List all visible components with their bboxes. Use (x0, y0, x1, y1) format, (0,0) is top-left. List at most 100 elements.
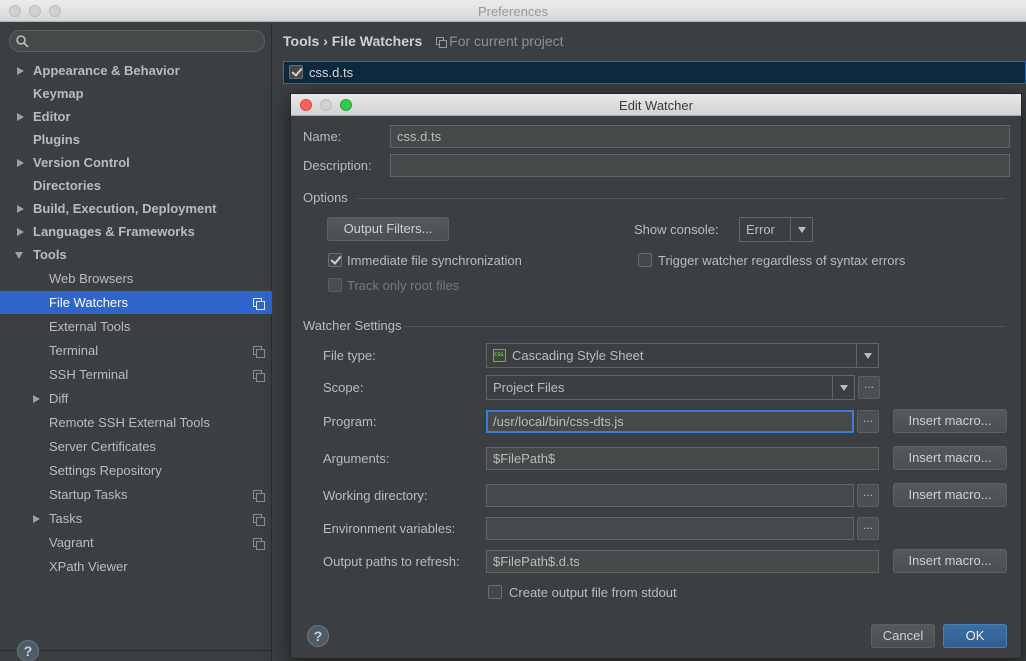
sidebar-item-external-tools[interactable]: External Tools (0, 315, 272, 338)
sidebar-item-settings-repository[interactable]: Settings Repository (0, 459, 272, 482)
expand-arrow-icon[interactable] (17, 228, 24, 236)
sidebar-item-editor[interactable]: Editor (0, 105, 272, 128)
sidebar-item-tasks[interactable]: Tasks (0, 507, 272, 530)
program-browse-button[interactable]: ... (857, 410, 879, 433)
expand-arrow-icon[interactable] (33, 515, 40, 523)
track-root-checkbox[interactable] (328, 278, 342, 292)
sidebar-item-server-certificates[interactable]: Server Certificates (0, 435, 272, 458)
sidebar-item-plugins[interactable]: Plugins (0, 128, 272, 151)
output-paths-insert-macro-button[interactable]: Insert macro... (893, 549, 1007, 573)
watcher-name: css.d.ts (309, 65, 354, 80)
sidebar-item-label: Terminal (49, 343, 99, 358)
sidebar-item-languages-frameworks[interactable]: Languages & Frameworks (0, 220, 272, 243)
chevron-down-icon[interactable] (790, 218, 812, 241)
description-field[interactable] (390, 154, 1010, 177)
expand-arrow-icon[interactable] (33, 395, 40, 403)
chevron-down-icon[interactable] (856, 344, 878, 367)
show-console-value: Error (746, 222, 775, 237)
sidebar-item-file-watchers[interactable]: File Watchers (0, 291, 272, 314)
dialog-help-button[interactable]: ? (307, 625, 329, 647)
sidebar-item-build-execution-deployment[interactable]: Build, Execution, Deployment (0, 197, 272, 220)
sidebar-item-diff[interactable]: Diff (0, 387, 272, 410)
sidebar-item-label: Version Control (33, 155, 130, 170)
project-level-icon (253, 298, 265, 310)
sidebar-item-label: SSH Terminal (49, 367, 129, 382)
project-level-icon (253, 538, 265, 550)
sidebar-item-keymap[interactable]: Keymap (0, 82, 272, 105)
watcher-list-row[interactable]: css.d.ts (283, 61, 1026, 84)
options-header: Options (303, 190, 348, 205)
show-console-select[interactable]: Error (739, 217, 813, 242)
program-insert-macro-button[interactable]: Insert macro... (893, 409, 1007, 433)
watcher-enabled-checkbox[interactable] (289, 65, 303, 79)
project-level-icon (253, 490, 265, 502)
sidebar-item-label: Server Certificates (49, 439, 156, 454)
window-title: Preferences (477, 4, 549, 19)
project-level-icon (436, 37, 448, 48)
sidebar-item-label: Build, Execution, Deployment (33, 201, 217, 216)
ok-button[interactable]: OK (943, 624, 1007, 648)
help-button[interactable]: ? (17, 640, 39, 661)
expand-arrow-icon[interactable] (17, 205, 24, 213)
file-type-label: File type: (323, 348, 376, 363)
sidebar-item-xpath-viewer[interactable]: XPath Viewer (0, 555, 272, 578)
name-field[interactable]: css.d.ts (390, 125, 1010, 148)
file-type-select[interactable]: Cascading Style Sheet (486, 343, 879, 368)
scope-select[interactable]: Project Files (486, 375, 855, 400)
create-output-checkbox[interactable] (488, 585, 502, 599)
sidebar-item-remote-ssh-external-tools[interactable]: Remote SSH External Tools (0, 411, 272, 434)
output-paths-field[interactable]: $FilePath$.d.ts (486, 550, 879, 573)
immediate-sync-label: Immediate file synchronization (347, 253, 522, 268)
sidebar-item-label: Appearance & Behavior (33, 63, 180, 78)
output-filters-button[interactable]: Output Filters... (327, 217, 449, 241)
name-label: Name: (303, 129, 342, 144)
dialog-titlebar: Edit Watcher (291, 94, 1021, 116)
sidebar-item-ssh-terminal[interactable]: SSH Terminal (0, 363, 272, 386)
arguments-insert-macro-button[interactable]: Insert macro... (893, 446, 1007, 470)
expand-arrow-icon[interactable] (17, 113, 24, 121)
sidebar-item-label: Languages & Frameworks (33, 224, 195, 239)
sidebar-item-label: File Watchers (49, 295, 128, 310)
sidebar-item-web-browsers[interactable]: Web Browsers (0, 267, 272, 290)
sidebar-item-version-control[interactable]: Version Control (0, 151, 272, 174)
watcher-settings-header: Watcher Settings (303, 318, 402, 333)
sidebar-item-tools[interactable]: Tools (0, 243, 272, 266)
program-field[interactable]: /usr/local/bin/css-dts.js (486, 410, 854, 433)
working-directory-insert-macro-button[interactable]: Insert macro... (893, 483, 1007, 507)
sidebar-item-vagrant[interactable]: Vagrant (0, 531, 272, 554)
sidebar-item-directories[interactable]: Directories (0, 174, 272, 197)
arguments-field[interactable]: $FilePath$ (486, 447, 879, 470)
sidebar-item-label: Diff (49, 391, 69, 406)
scope-label: Scope: (323, 380, 364, 395)
sidebar-item-appearance-behavior[interactable]: Appearance & Behavior (0, 59, 272, 82)
sidebar-item-terminal[interactable]: Terminal (0, 339, 272, 362)
working-directory-browse-button[interactable]: ... (857, 484, 879, 507)
env-vars-field[interactable] (486, 517, 854, 540)
expand-arrow-icon[interactable] (17, 67, 24, 75)
project-level-icon (253, 370, 265, 382)
collapse-arrow-icon[interactable] (15, 252, 23, 259)
trigger-regardless-label: Trigger watcher regardless of syntax err… (658, 253, 906, 268)
expand-arrow-icon[interactable] (17, 159, 24, 167)
breadcrumb-current: File Watchers (331, 33, 423, 49)
project-level-icon (253, 514, 265, 526)
search-input[interactable] (9, 30, 265, 52)
cancel-button[interactable]: Cancel (871, 624, 935, 648)
track-root-label: Track only root files (347, 278, 460, 293)
scope-browse-button[interactable]: ... (858, 376, 880, 399)
create-output-label: Create output file from stdout (509, 585, 677, 600)
dialog-title: Edit Watcher (619, 98, 693, 113)
sidebar-item-label: Settings Repository (49, 463, 162, 478)
chevron-down-icon[interactable] (832, 376, 854, 399)
working-directory-field[interactable] (486, 484, 854, 507)
immediate-sync-checkbox[interactable] (328, 253, 342, 267)
trigger-regardless-checkbox[interactable] (638, 253, 652, 267)
sidebar-item-label: Web Browsers (49, 271, 134, 286)
window-titlebar: Preferences (0, 0, 1026, 22)
edit-watcher-dialog: Edit Watcher Name: css.d.ts Description:… (290, 93, 1022, 659)
arguments-label: Arguments: (323, 451, 390, 466)
env-vars-browse-button[interactable]: ... (857, 517, 879, 540)
css-file-icon (493, 349, 506, 362)
sidebar-item-label: XPath Viewer (49, 559, 128, 574)
sidebar-item-startup-tasks[interactable]: Startup Tasks (0, 483, 272, 506)
